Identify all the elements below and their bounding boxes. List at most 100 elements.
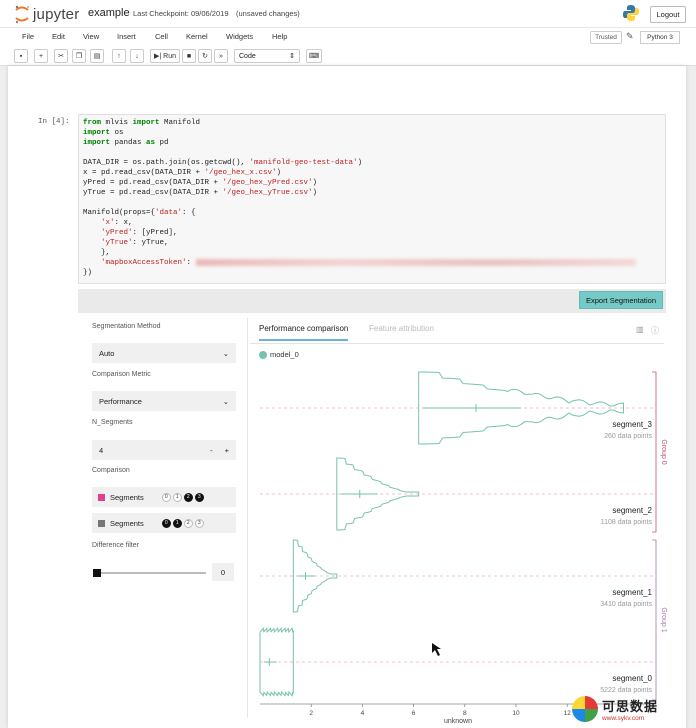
logout-button[interactable]: Logout	[650, 6, 686, 23]
segment-chip[interactable]: 1	[172, 518, 182, 528]
n-segments-stepper[interactable]: 4 - +	[92, 440, 236, 460]
comparison-label: Comparison	[92, 467, 130, 474]
chevron-down-icon: ⇕	[289, 53, 295, 60]
comparison-group-1[interactable]: Segments 0 1 2 3	[92, 513, 236, 533]
code-line: yPred = pd.read_csv(DATA_DIR + '/geo_hex…	[83, 179, 318, 187]
segment-name-label: segment_1	[612, 588, 652, 597]
segment-chip[interactable]: 3	[194, 518, 204, 528]
columns-icon[interactable]: ▥	[636, 325, 644, 334]
tab-underline	[250, 343, 664, 344]
save-icon: ▪	[19, 52, 23, 60]
stop-icon: ■	[186, 52, 192, 60]
control-panel: Segmentation Method Auto ⌄ Comparison Met…	[84, 318, 246, 718]
run-button[interactable]: ▶| Run	[150, 49, 180, 63]
watermark-text: 可思数据 www.sykv.com	[602, 696, 658, 722]
code-line: })	[83, 269, 93, 277]
copy-icon: ❐	[75, 53, 83, 60]
legend-swatch	[259, 350, 267, 359]
kernel-indicator: Python 3	[640, 31, 680, 44]
jupyter-icon	[15, 5, 29, 23]
segmentation-method-value: Auto	[99, 348, 115, 358]
menu-cell[interactable]: Cell	[155, 32, 168, 41]
export-segmentation-button[interactable]: Export Segmentation	[579, 291, 663, 309]
cell-type-value: Code	[239, 52, 256, 60]
menu-insert[interactable]: Insert	[117, 32, 136, 41]
restart-run-all-button[interactable]: »	[214, 49, 228, 63]
copy-button[interactable]: ❐	[72, 49, 86, 63]
x-tick-label: 4	[361, 710, 365, 717]
segmentation-method-label: Segmentation Method	[92, 323, 161, 330]
comparison-metric-value: Performance	[99, 396, 142, 406]
save-button[interactable]: ▪	[14, 49, 28, 63]
segment-chip[interactable]: 0	[161, 492, 171, 502]
difference-slider-handle[interactable]	[93, 569, 101, 577]
group-label: Group 0	[660, 439, 667, 464]
cell-prompt: In [4]:	[38, 118, 70, 126]
segment-chip[interactable]: 0	[161, 518, 171, 528]
code-cell[interactable]: from mlvis import Manifold import os imp…	[78, 114, 666, 284]
chevron-down-icon: ⌄	[222, 348, 229, 358]
legend: model_0	[259, 350, 299, 359]
menu-file[interactable]: File	[22, 32, 34, 41]
restart-icon: ↻	[202, 53, 208, 60]
paste-button[interactable]: ▤	[90, 49, 104, 63]
comparison-group-0[interactable]: Segments 0 1 2 3	[92, 487, 236, 507]
help-icon[interactable]: ⓘ	[651, 325, 659, 336]
edit-pencil-icon[interactable]: ✎	[626, 31, 634, 42]
menu-edit[interactable]: Edit	[52, 32, 65, 41]
menu-kernel[interactable]: Kernel	[186, 32, 208, 41]
difference-value[interactable]: 0	[212, 563, 234, 581]
n-segments-value: 4	[99, 445, 104, 455]
menu-widgets[interactable]: Widgets	[226, 32, 253, 41]
decrement-button[interactable]: -	[210, 446, 213, 455]
mouse-cursor-icon	[432, 643, 441, 656]
code-line: x = pd.read_csv(DATA_DIR + '/geo_hex_x.c…	[83, 169, 282, 177]
move-up-button[interactable]: ↑	[112, 49, 126, 63]
menu-help[interactable]: Help	[272, 32, 287, 41]
plot-layer: segment_3 260 data points segment_2 1108 da…	[259, 371, 667, 725]
code-line: Manifold(props={'data': {	[83, 209, 196, 217]
difference-slider-track[interactable]	[96, 572, 206, 574]
plus-icon: +	[38, 52, 44, 60]
segment-count-label: 260 data points	[604, 433, 652, 440]
x-tick-label: 10	[512, 710, 520, 717]
restart-button[interactable]: ↻	[198, 49, 212, 63]
comparison-metric-select[interactable]: Performance ⌄	[92, 391, 236, 411]
menu-view[interactable]: View	[83, 32, 99, 41]
cut-button[interactable]: ✂	[54, 49, 68, 63]
interrupt-button[interactable]: ■	[182, 49, 196, 63]
increment-button[interactable]: +	[225, 446, 229, 455]
segment-chip[interactable]: 2	[183, 518, 193, 528]
insert-cell-button[interactable]: +	[34, 49, 48, 63]
comparison-metric-label: Comparison Metric	[92, 371, 151, 378]
jupyter-logo[interactable]: jupyter	[14, 4, 79, 24]
segments-label: Segments	[110, 518, 144, 528]
toolbar: ▪ + ✂ ❐ ▤ ↑ ↓ ▶| Run ■ ↻ » ⌨	[0, 46, 696, 66]
cell-type-select[interactable]: Code ⇕	[234, 49, 300, 63]
python-icon	[623, 5, 639, 21]
jupyter-logo-text: jupyter	[33, 5, 80, 23]
keyboard-icon: ⌨	[308, 53, 320, 60]
x-axis-label: unknown	[444, 718, 472, 725]
segment-chip[interactable]: 3	[194, 492, 204, 502]
notebook-name[interactable]: example	[88, 7, 130, 19]
segment-chip[interactable]: 2	[183, 492, 193, 502]
tab-performance-comparison[interactable]: Performance comparison	[259, 324, 349, 341]
group-label: Group 1	[660, 607, 667, 632]
segments-label: Segments	[110, 492, 144, 502]
arrow-up-icon: ↑	[117, 52, 121, 60]
move-down-button[interactable]: ↓	[130, 49, 144, 63]
fast-forward-icon: »	[219, 52, 223, 60]
command-palette-button[interactable]: ⌨	[306, 49, 322, 63]
trusted-indicator[interactable]: Trusted	[590, 31, 622, 44]
unsaved-status: (unsaved changes)	[236, 9, 300, 18]
code-line: yTrue = pd.read_csv(DATA_DIR + '/geo_hex…	[83, 189, 318, 197]
tab-feature-attribution[interactable]: Feature attribution	[369, 324, 434, 333]
code-line: },	[83, 249, 111, 257]
notebook-header: jupyter example Last Checkpoint: 09/06/2…	[0, 0, 696, 28]
group-0-swatch	[98, 493, 105, 501]
segmentation-method-select[interactable]: Auto ⌄	[92, 343, 236, 363]
segment-chip[interactable]: 1	[172, 492, 182, 502]
legend-label: model_0	[270, 350, 299, 359]
